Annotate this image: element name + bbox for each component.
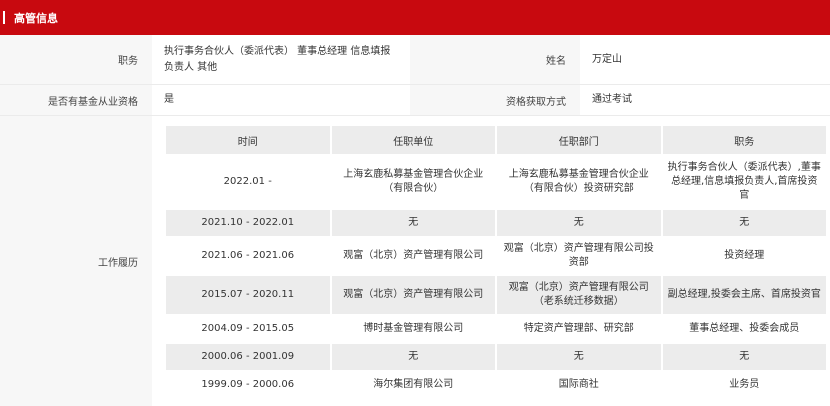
cell-department: 观富（北京）资产管理有限公司投资部 (497, 238, 661, 274)
acquire-method-value: 通过考试 (592, 94, 632, 105)
cell-title: 副总经理,投委会主席、首席投资官 (662, 276, 826, 314)
info-row-position: 职务 执行事务合伙人（委派代表） 董事总经理 信息填报负责人 其他 姓名 万定山 (0, 35, 830, 85)
name-value: 万定山 (592, 53, 622, 65)
table-row: 2021.06 - 2021.06 观富（北京）资产管理有限公司 观富（北京）资… (166, 238, 826, 274)
cell-employer: 无 (331, 210, 495, 236)
cell-title: 业务员 (662, 372, 826, 398)
cell-title: 无 (662, 344, 826, 370)
qualification-value: 是 (164, 94, 174, 105)
cell-employer: 观富（北京）资产管理有限公司 (331, 276, 495, 314)
table-row: 2021.10 - 2022.01 无 无 无 (166, 210, 826, 236)
cell-employer: 观富（北京）资产管理有限公司 (331, 238, 495, 274)
section-header: 高管信息 (0, 0, 830, 35)
table-row: 1999.09 - 2000.06 海尔集团有限公司 国际商社 业务员 (166, 372, 826, 398)
qualification-label: 是否有基金从业资格 (0, 85, 152, 115)
table-row: 2015.07 - 2020.11 观富（北京）资产管理有限公司 观富（北京）资… (166, 276, 826, 314)
column-header-department: 任职部门 (497, 126, 661, 154)
cell-time: 2022.01 - (166, 156, 330, 208)
work-history-table: 时间 任职单位 任职部门 职务 2022.01 - 上海玄鹿私募基金管理合伙企业… (166, 124, 830, 400)
cell-department: 无 (497, 210, 661, 236)
table-row: 2000.06 - 2001.09 无 无 无 (166, 344, 826, 370)
cell-title: 无 (662, 210, 826, 236)
column-header-title: 职务 (662, 126, 826, 154)
cell-title: 执行事务合伙人（委派代表）,董事总经理,信息填报负责人,首席投资官 (662, 156, 826, 208)
cell-time: 2000.06 - 2001.09 (166, 344, 330, 370)
cell-department: 国际商社 (497, 372, 661, 398)
name-label: 姓名 (410, 35, 580, 84)
header-accent-bar (3, 11, 5, 24)
cell-time: 2021.10 - 2022.01 (166, 210, 330, 236)
info-row-qualification: 是否有基金从业资格 是 资格获取方式 通过考试 (0, 85, 830, 116)
column-header-time: 时间 (166, 126, 330, 154)
cell-time: 2015.07 - 2020.11 (166, 276, 330, 314)
table-row: 2004.09 - 2015.05 博时基金管理有限公司 特定资产管理部、研究部… (166, 316, 826, 342)
cell-department: 无 (497, 344, 661, 370)
section-title: 高管信息 (14, 11, 58, 25)
acquire-method-label: 资格获取方式 (410, 85, 580, 115)
table-row: 2022.01 - 上海玄鹿私募基金管理合伙企业（有限合伙） 上海玄鹿私募基金管… (166, 156, 826, 208)
cell-time: 2004.09 - 2015.05 (166, 316, 330, 342)
cell-employer: 海尔集团有限公司 (331, 372, 495, 398)
cell-time: 1999.09 - 2000.06 (166, 372, 330, 398)
cell-department: 上海玄鹿私募基金管理合伙企业（有限合伙）投资研究部 (497, 156, 661, 208)
cell-employer: 博时基金管理有限公司 (331, 316, 495, 342)
cell-time: 2021.06 - 2021.06 (166, 238, 330, 274)
table-header-row: 时间 任职单位 任职部门 职务 (166, 126, 826, 154)
position-label: 职务 (0, 35, 152, 84)
cell-employer: 无 (331, 344, 495, 370)
cell-title: 投资经理 (662, 238, 826, 274)
cell-title: 董事总经理、投委会成员 (662, 316, 826, 342)
cell-department: 观富（北京）资产管理有限公司（老系统迁移数据） (497, 276, 661, 314)
column-header-employer: 任职单位 (331, 126, 495, 154)
work-history-label: 工作履历 (0, 116, 152, 406)
position-value: 执行事务合伙人（委派代表） 董事总经理 信息填报负责人 其他 (164, 45, 391, 73)
cell-department: 特定资产管理部、研究部 (497, 316, 661, 342)
cell-employer: 上海玄鹿私募基金管理合伙企业（有限合伙） (331, 156, 495, 208)
